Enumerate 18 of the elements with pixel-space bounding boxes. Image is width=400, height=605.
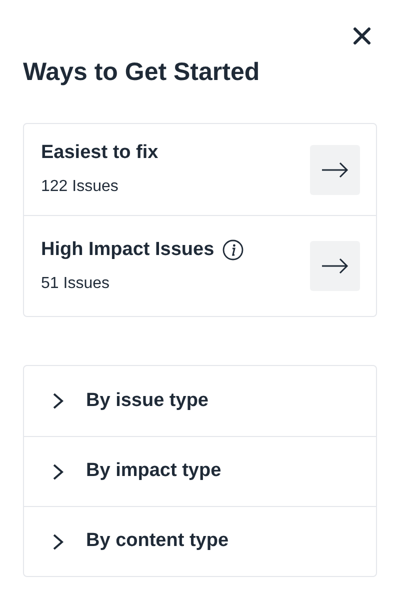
arrow-button[interactable]: [310, 144, 360, 194]
chevron-icon: [52, 392, 64, 410]
arrow-right-icon: [321, 162, 349, 178]
group-row[interactable]: By content type: [24, 506, 376, 576]
group-row[interactable]: By impact type: [24, 436, 376, 506]
close-icon: [353, 27, 371, 45]
issue-count: 51 Issues: [41, 274, 110, 294]
issue-count: 122 Issues: [41, 177, 120, 197]
arrow-button[interactable]: [310, 241, 360, 291]
group-row[interactable]: By issue type: [24, 366, 376, 436]
info-icon[interactable]: [222, 238, 244, 260]
arrow-right-icon: [321, 258, 349, 274]
chevron-icon: [52, 462, 64, 480]
shortcut-title: High Impact Issues: [41, 238, 214, 260]
panel-title: Ways to Get Started: [23, 57, 260, 88]
chevron-icon: [52, 532, 64, 550]
close-button[interactable]: [351, 25, 373, 47]
shortcut-title: Easiest to fix: [41, 142, 158, 164]
